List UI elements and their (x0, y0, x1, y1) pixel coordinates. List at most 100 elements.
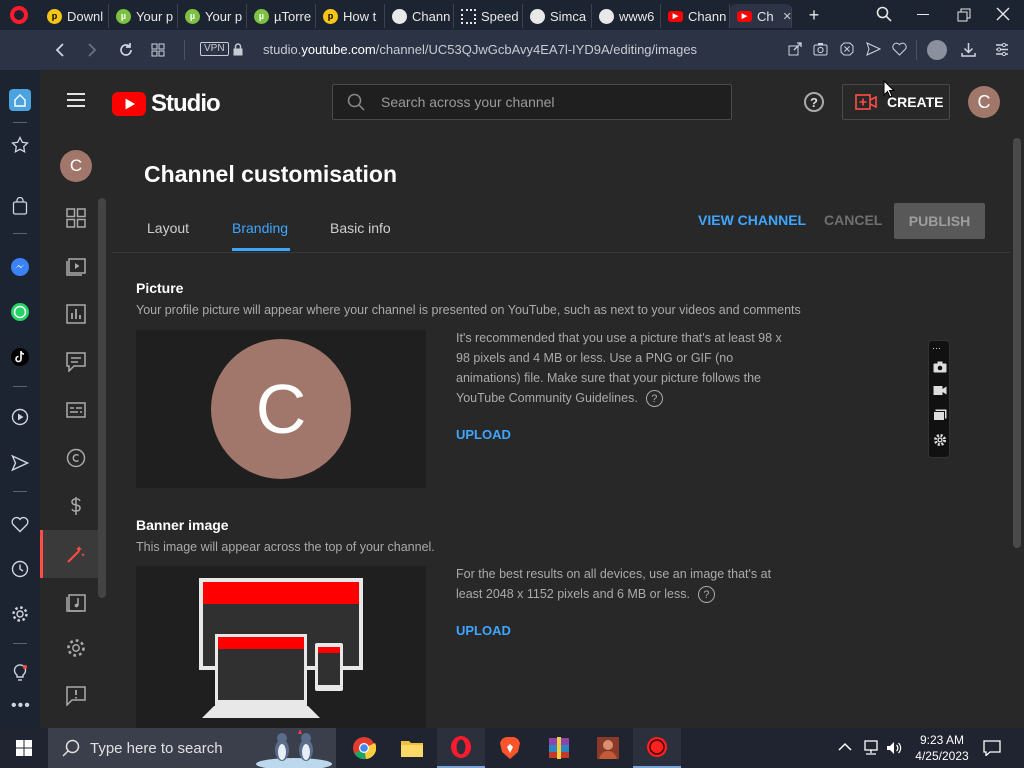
profile-icon[interactable] (927, 40, 947, 60)
browser-tab[interactable]: µ Your p (178, 4, 247, 28)
search-highlight-penguins-icon (256, 729, 332, 768)
taskbar-brave[interactable] (486, 728, 534, 768)
account-avatar[interactable]: C (968, 86, 1000, 118)
picture-help-icon[interactable]: ? (645, 390, 663, 408)
back-button[interactable] (48, 38, 72, 62)
publish-button[interactable]: PUBLISH (894, 203, 985, 239)
window-icon[interactable] (933, 409, 947, 421)
tab-basic-info[interactable]: Basic info (330, 220, 391, 236)
browser-tab[interactable]: p Downl (40, 4, 109, 28)
bookmarks-icon[interactable] (9, 134, 31, 156)
tab-layout[interactable]: Layout (147, 220, 189, 236)
help-icon[interactable]: ? (804, 92, 824, 112)
vpn-badge[interactable]: VPN (200, 42, 229, 56)
camera-icon[interactable] (813, 42, 828, 56)
taskbar-winrar[interactable] (535, 728, 583, 768)
share-icon[interactable] (788, 42, 802, 56)
new-tab-button[interactable]: + (805, 5, 823, 25)
show-hidden-icons-icon[interactable] (838, 742, 852, 752)
taskbar-file-explorer[interactable] (388, 728, 436, 768)
url-field[interactable]: studio.youtube.com/channel/UC53QJwGcbAvy… (263, 42, 697, 57)
volume-icon[interactable] (886, 740, 902, 756)
send-icon[interactable] (866, 42, 881, 56)
nav-customisation-icon[interactable] (64, 542, 88, 566)
nav-copyright-icon[interactable] (64, 446, 88, 470)
youtube-studio-logo[interactable]: Studio (112, 90, 221, 118)
chrome-icon (353, 737, 376, 760)
nav-subtitles-icon[interactable] (64, 398, 88, 422)
tiktok-icon[interactable] (9, 346, 31, 368)
browser-tab[interactable]: µ µTorre (247, 4, 316, 28)
nav-analytics-icon[interactable] (64, 302, 88, 326)
nav-earn-icon[interactable] (64, 494, 88, 518)
banner-section-title: Banner image (136, 517, 229, 533)
close-window-button[interactable] (996, 7, 1010, 21)
toolbar-settings-icon[interactable] (933, 433, 947, 447)
screenshot-icon[interactable] (933, 361, 947, 373)
browser-tab[interactable]: Speed (454, 4, 523, 28)
minimize-button[interactable] (917, 14, 929, 15)
windows-start-icon[interactable] (16, 740, 32, 756)
toolbar-more-icon[interactable]: ⋯ (932, 343, 941, 353)
channel-avatar[interactable]: C (60, 150, 92, 182)
home-icon[interactable] (9, 89, 31, 111)
taskbar-search-input[interactable]: Type here to search (48, 728, 336, 768)
menu-icon[interactable] (67, 93, 85, 107)
close-tab-icon[interactable]: ✕ (783, 10, 791, 23)
tab-branding[interactable]: Branding (232, 220, 288, 236)
browser-tab[interactable]: Chann (385, 4, 454, 28)
lock-icon[interactable] (233, 43, 243, 56)
downloads-icon[interactable] (961, 42, 976, 57)
tab-snapshot-icon[interactable] (146, 38, 170, 62)
player-icon[interactable] (9, 406, 31, 428)
banner-help-icon[interactable]: ? (697, 586, 715, 604)
bulb-icon[interactable] (9, 662, 31, 684)
network-icon[interactable] (862, 740, 880, 756)
heart-icon[interactable] (892, 42, 907, 56)
more-icon[interactable]: ••• (11, 698, 30, 714)
taskbar-clock[interactable]: 9:23 AM 4/25/2023 (910, 732, 974, 764)
send-flow-icon[interactable] (9, 452, 31, 474)
picture-upload-button[interactable]: UPLOAD (456, 427, 511, 442)
messenger-icon[interactable] (9, 256, 31, 278)
nav-audio-library-icon[interactable] (64, 590, 88, 614)
nav-scrollbar[interactable] (98, 198, 106, 598)
record-video-icon[interactable] (933, 385, 947, 396)
main-scrollbar[interactable] (1013, 138, 1021, 548)
browser-tab[interactable]: µ Your p (109, 4, 178, 28)
whatsapp-icon[interactable] (9, 301, 31, 323)
nav-feedback-icon[interactable] (64, 684, 88, 708)
forward-button[interactable] (80, 38, 104, 62)
create-button[interactable]: CREATE (842, 84, 950, 120)
browser-tab[interactable]: p How t (316, 4, 385, 28)
shopping-icon[interactable] (9, 195, 31, 217)
browser-tab[interactable]: ▶ Ch ✕ (730, 4, 792, 28)
taskbar-photo-app[interactable] (584, 728, 632, 768)
view-channel-button[interactable]: VIEW CHANNEL (698, 212, 806, 228)
browser-tab[interactable]: ▶ Chann (661, 4, 730, 28)
taskbar-screen-recorder[interactable] (633, 728, 681, 768)
nav-comments-icon[interactable] (64, 350, 88, 374)
search-input[interactable]: Search across your channel (332, 84, 732, 120)
nav-settings-icon[interactable] (64, 636, 88, 660)
browser-tab-label: µTorre (274, 8, 312, 24)
history-icon[interactable] (9, 558, 31, 580)
notifications-icon[interactable] (983, 740, 1001, 756)
browser-tab[interactable]: www6 (592, 4, 661, 28)
cancel-button[interactable]: CANCEL (824, 212, 882, 228)
easy-setup-icon[interactable] (995, 43, 1009, 56)
favorites-icon[interactable] (9, 513, 31, 535)
browser-tab[interactable]: Simca (523, 4, 592, 28)
settings-icon[interactable] (9, 603, 31, 625)
nav-dashboard-icon[interactable] (64, 206, 88, 230)
reload-button[interactable] (114, 38, 138, 62)
banner-upload-button[interactable]: UPLOAD (456, 623, 511, 638)
nav-content-icon[interactable] (64, 254, 88, 278)
search-tabs-icon[interactable] (876, 6, 892, 22)
profile-picture-letter: C (255, 370, 307, 448)
restore-button[interactable] (957, 8, 971, 22)
taskbar-opera[interactable] (437, 728, 485, 768)
opera-logo-icon[interactable] (10, 6, 28, 24)
adblock-icon[interactable] (840, 42, 854, 56)
taskbar-chrome[interactable] (340, 728, 388, 768)
